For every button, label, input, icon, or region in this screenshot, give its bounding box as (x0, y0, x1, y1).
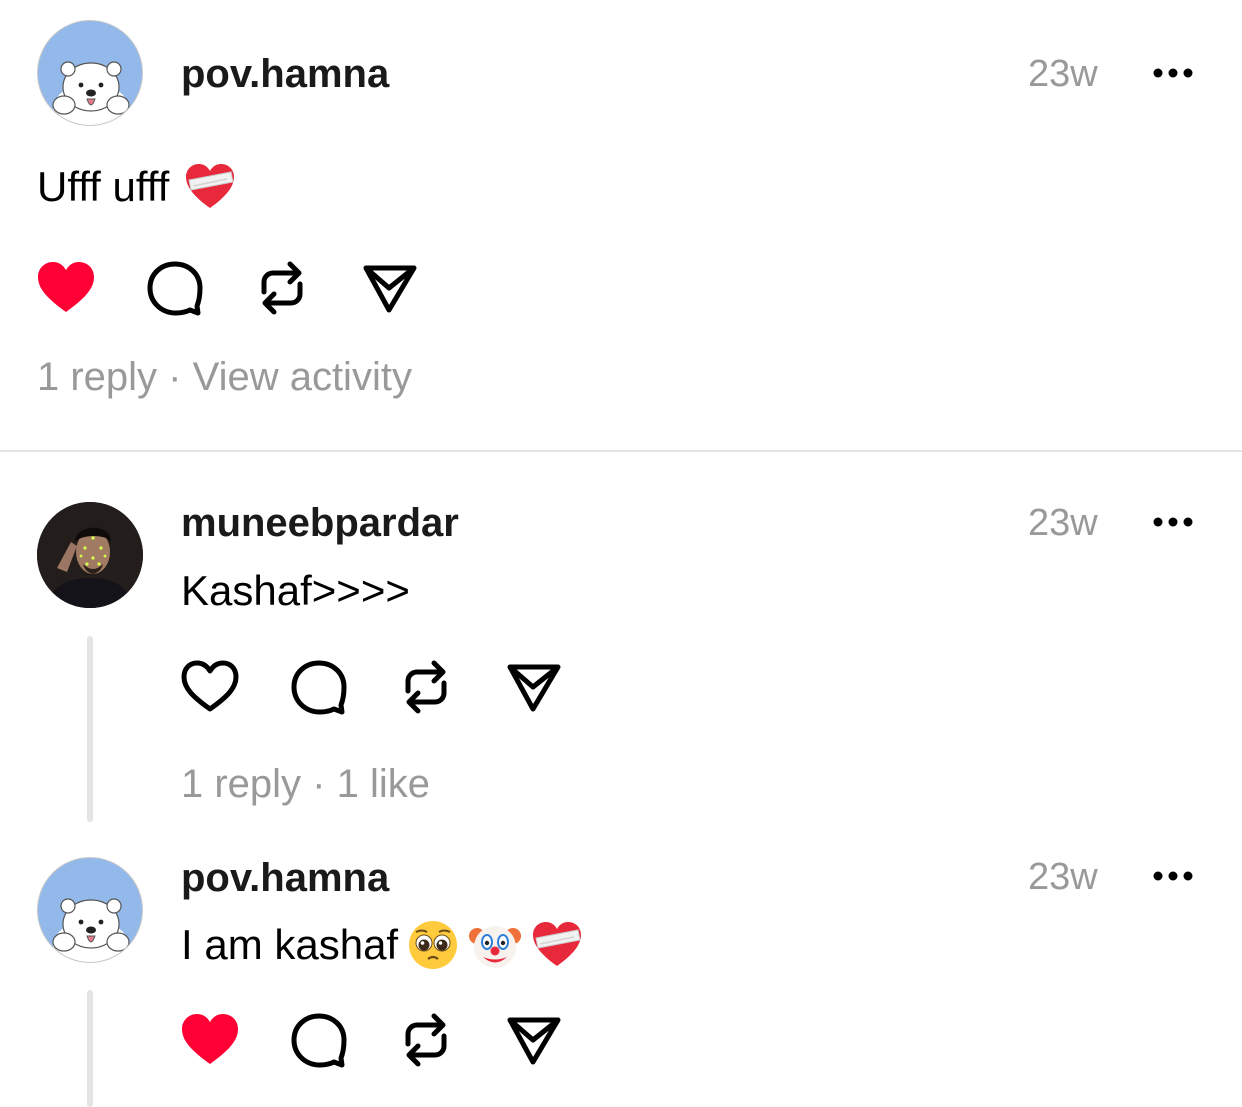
polar-bear-avatar-icon (52, 898, 130, 962)
thread-line (87, 990, 93, 1107)
username[interactable]: muneebpardar (181, 503, 459, 543)
profile-photo-avatar-icon (37, 502, 143, 608)
pleading-face-emoji (406, 918, 460, 972)
post-meta[interactable]: 1 reply · 1 like (181, 764, 430, 804)
username[interactable]: pov.hamna (181, 858, 389, 898)
post-text-content: I am kashaf (181, 921, 399, 968)
post-text: I am kashaf (181, 918, 584, 972)
heart-icon[interactable] (34, 256, 98, 320)
polar-bear-avatar-icon (52, 61, 130, 125)
timestamp: 23w (1028, 856, 1098, 898)
send-icon[interactable] (502, 1008, 566, 1072)
heart-icon[interactable] (178, 1008, 242, 1072)
comment-bubble-icon[interactable] (286, 1008, 350, 1072)
comment-bubble-icon[interactable] (142, 256, 206, 320)
post-text: Kashaf>>>> (181, 570, 410, 612)
post-text-content: Kashaf>>>> (181, 567, 410, 614)
more-dots-icon[interactable] (1152, 63, 1194, 83)
send-icon[interactable] (358, 256, 422, 320)
username[interactable]: pov.hamna (181, 54, 389, 94)
repost-icon[interactable] (394, 1008, 458, 1072)
post-text: Ufff ufff (37, 160, 237, 214)
more-dots-icon[interactable] (1152, 512, 1194, 532)
timestamp: 23w (1028, 502, 1098, 544)
avatar[interactable] (37, 20, 143, 126)
clown-face-emoji (468, 918, 522, 972)
more-dots-icon[interactable] (1152, 866, 1194, 886)
comment-bubble-icon[interactable] (286, 655, 350, 719)
post-text-content: Ufff ufff (37, 163, 170, 210)
mending-heart-emoji (530, 918, 584, 972)
mending-heart-emoji (183, 160, 237, 214)
send-icon[interactable] (502, 655, 566, 719)
timestamp: 23w (1028, 53, 1098, 95)
divider (0, 450, 1242, 452)
avatar[interactable] (37, 502, 143, 608)
post-meta[interactable]: 1 reply · View activity (37, 357, 412, 397)
repost-icon[interactable] (250, 256, 314, 320)
repost-icon[interactable] (394, 655, 458, 719)
heart-icon[interactable] (178, 655, 242, 719)
avatar[interactable] (37, 857, 143, 963)
thread-line (87, 636, 93, 822)
